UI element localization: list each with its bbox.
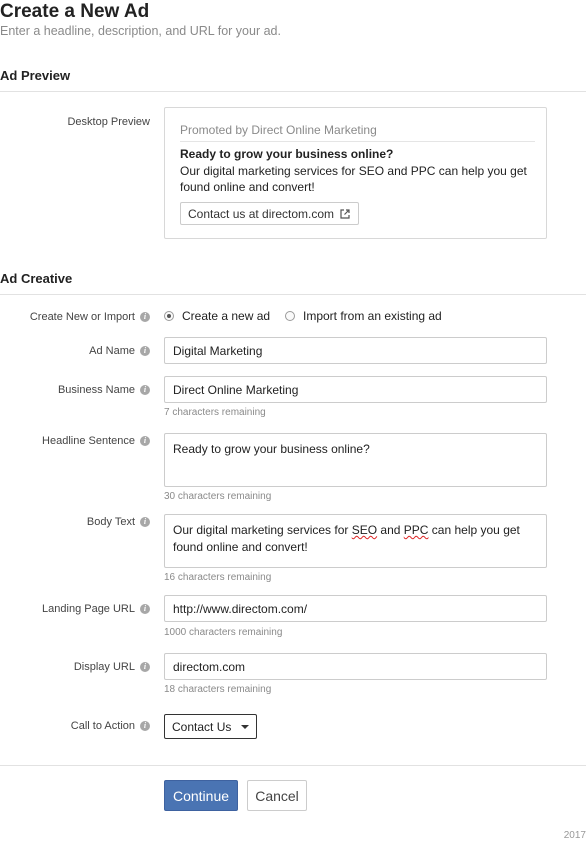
info-icon[interactable]: i xyxy=(140,436,150,446)
info-icon[interactable]: i xyxy=(140,346,150,356)
spellcheck-word: PPC xyxy=(403,523,429,537)
desktop-preview-label-text: Desktop Preview xyxy=(67,116,150,128)
info-icon[interactable]: i xyxy=(140,662,150,672)
info-icon[interactable]: i xyxy=(140,517,150,527)
body-text-part: and xyxy=(377,523,404,537)
landing-url-input[interactable]: http://www.directom.com/ xyxy=(164,595,547,622)
chevron-down-icon xyxy=(241,725,249,729)
preview-link-text: Contact us at directom.com xyxy=(188,206,335,221)
info-icon[interactable]: i xyxy=(140,312,150,322)
body-text-part: Our digital marketing services for xyxy=(173,523,352,537)
display-url-input[interactable]: directom.com xyxy=(164,653,547,680)
radio-button-selected[interactable] xyxy=(164,311,174,321)
call-to-action-label: Call to Action i xyxy=(71,720,150,732)
ad-name-input[interactable]: Digital Marketing xyxy=(164,337,547,364)
info-icon[interactable]: i xyxy=(140,604,150,614)
display-url-label: Display URL i xyxy=(74,661,150,673)
preview-headline: Ready to grow your business online? xyxy=(180,147,394,161)
business-name-label-text: Business Name xyxy=(57,384,135,396)
page-subtitle: Enter a headline, description, and URL f… xyxy=(0,24,281,38)
cancel-button[interactable]: Cancel xyxy=(247,780,307,811)
radio-create-new[interactable]: Create a new ad xyxy=(164,309,270,323)
body-text-hint: 16 characters remaining xyxy=(164,572,272,583)
body-text-label: Body Text i xyxy=(87,516,150,528)
radio-import-label: Import from an existing ad xyxy=(303,309,442,323)
call-to-action-select[interactable]: Contact Us xyxy=(164,714,257,739)
spellcheck-word: SEO xyxy=(351,523,378,537)
radio-import-existing[interactable]: Import from an existing ad xyxy=(285,309,442,323)
radio-button[interactable] xyxy=(285,311,295,321)
continue-button[interactable]: Continue xyxy=(164,780,238,811)
info-icon[interactable]: i xyxy=(140,721,150,731)
body-text-textarea[interactable]: Our digital marketing services for SEO a… xyxy=(164,514,547,568)
footer-year: 2017 xyxy=(563,830,586,841)
headline-textarea[interactable]: Ready to grow your business online? xyxy=(164,433,547,487)
ad-preview-heading: Ad Preview xyxy=(0,68,71,83)
ad-name-label-text: Ad Name xyxy=(89,345,135,357)
preview-link-button[interactable]: Contact us at directom.com xyxy=(180,202,360,225)
headline-label: Headline Sentence i xyxy=(42,435,150,447)
body-text-label-text: Body Text xyxy=(86,516,135,528)
landing-url-label-text: Landing Page URL xyxy=(42,603,135,615)
headline-label-text: Headline Sentence xyxy=(42,435,135,447)
landing-url-label: Landing Page URL i xyxy=(42,603,150,615)
body-text-value: Our digital marketing services for SEO a… xyxy=(173,522,538,556)
divider xyxy=(0,91,586,92)
divider xyxy=(0,765,586,766)
info-icon[interactable]: i xyxy=(140,385,150,395)
ad-name-label: Ad Name i xyxy=(89,345,150,357)
create-or-import-label: Create New or Import i xyxy=(30,311,150,323)
desktop-preview-label: Desktop Preview xyxy=(67,116,150,128)
ad-creative-heading: Ad Creative xyxy=(0,271,73,286)
page-title: Create a New Ad xyxy=(0,1,150,22)
divider xyxy=(0,294,586,295)
headline-hint: 30 characters remaining xyxy=(164,491,272,502)
call-to-action-value: Contact Us xyxy=(172,719,232,734)
preview-body: Our digital marketing services for SEO a… xyxy=(180,164,527,194)
business-name-input[interactable]: Direct Online Marketing xyxy=(164,376,547,403)
landing-url-hint: 1000 characters remaining xyxy=(164,627,283,638)
display-url-label-text: Display URL xyxy=(73,661,135,673)
promoted-by-text: Promoted by Direct Online Marketing xyxy=(180,123,535,142)
business-name-hint: 7 characters remaining xyxy=(164,407,266,418)
display-url-hint: 18 characters remaining xyxy=(164,684,272,695)
radio-create-new-label: Create a new ad xyxy=(182,309,271,323)
business-name-label: Business Name i xyxy=(58,384,150,396)
desktop-preview-card: Promoted by Direct Online Marketing Read… xyxy=(164,107,547,239)
call-to-action-label-text: Call to Action xyxy=(70,720,135,732)
external-link-icon xyxy=(340,208,350,219)
create-or-import-label-text: Create New or Import xyxy=(29,311,135,323)
